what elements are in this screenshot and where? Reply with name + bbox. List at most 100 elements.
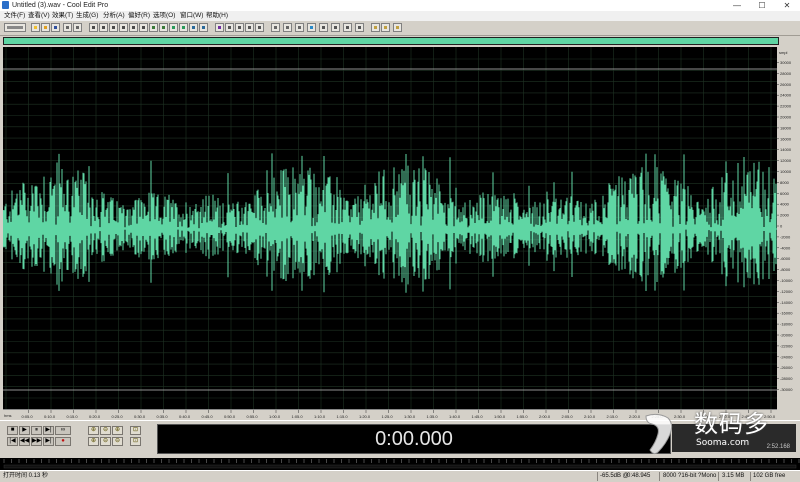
- time-tick-label: 0:10.0: [44, 414, 56, 419]
- analysis-button[interactable]: [199, 23, 208, 32]
- mix-paste-button[interactable]: [129, 23, 138, 32]
- menu-generate[interactable]: 生成(G): [76, 12, 98, 20]
- amplitude-tick-label: -20000: [780, 333, 793, 338]
- zoom-out-vertical-button[interactable]: ⊡: [130, 437, 141, 446]
- envelope-button[interactable]: [189, 23, 198, 32]
- menu-bar: 文件(F) 查看(V) 效果(T) 生成(G) 分析(A) 偏好(R) 选项(O…: [0, 11, 800, 21]
- record-button[interactable]: ●: [55, 437, 71, 446]
- script-button[interactable]: [331, 23, 340, 32]
- go-to-start-icon: |◀: [9, 438, 16, 444]
- amplitude-tick-label: -24000: [780, 354, 793, 359]
- menu-window[interactable]: 窗口(W): [180, 12, 203, 20]
- waveform-overview-bar[interactable]: [3, 37, 779, 45]
- fast-forward-button[interactable]: ▶▶: [31, 437, 42, 446]
- zoom-out-vertical-icon: ⊡: [132, 438, 139, 444]
- noise-reduction-button[interactable]: [179, 23, 188, 32]
- snap-ruler-button[interactable]: [271, 23, 280, 32]
- app-icon: [2, 1, 9, 9]
- menu-favorites[interactable]: 偏好(R): [128, 12, 150, 20]
- rewind-button[interactable]: ◀◀: [19, 437, 30, 446]
- waveform-display[interactable]: [2, 47, 777, 409]
- waveform-trace: [2, 153, 777, 293]
- stop-icon: ■: [10, 427, 15, 433]
- normalize-button[interactable]: [169, 23, 178, 32]
- amplitude-tick-label: 8000: [780, 180, 790, 185]
- snap-cue-button[interactable]: [283, 23, 292, 32]
- time-tick-label: 2:00.0: [539, 414, 551, 419]
- menu-effects[interactable]: 效果(T): [52, 12, 73, 20]
- status-bar: 打开时间 0.13 秒 -65.5dB @ 0:48.945 8000 ?16-…: [0, 470, 800, 482]
- amplitude-tick-label: 22000: [780, 104, 792, 109]
- paste-button[interactable]: [109, 23, 118, 32]
- time-tick-label: 1:50.0: [494, 414, 506, 419]
- device-properties-button[interactable]: [319, 23, 328, 32]
- amplitude-tick-label: -28000: [780, 376, 793, 381]
- save-file-button[interactable]: [51, 23, 60, 32]
- undo-button[interactable]: [89, 23, 98, 32]
- meter-bar: [3, 464, 797, 469]
- zoom-in-vertical-button[interactable]: ⊡: [130, 426, 141, 435]
- spectral-view-button[interactable]: [215, 23, 224, 32]
- loop-button[interactable]: ∞: [55, 426, 71, 435]
- amplitude-ruler: smpl 30000 28000 26000 24000 22000 20000 18000 1…: [777, 47, 800, 409]
- zoom-in-left-button[interactable]: ⊕: [88, 437, 99, 446]
- go-to-start-button[interactable]: |◀: [7, 437, 18, 446]
- amplitude-tick-label: -10000: [780, 278, 793, 283]
- status-separator: [597, 472, 598, 481]
- record-icon: ●: [61, 438, 65, 444]
- cut-button[interactable]: [63, 23, 72, 32]
- play-button[interactable]: ▶: [19, 426, 30, 435]
- paste-new-button[interactable]: [119, 23, 128, 32]
- copy-button[interactable]: [73, 23, 82, 32]
- new-file-button[interactable]: [31, 23, 40, 32]
- info-button[interactable]: [255, 23, 264, 32]
- waveform-view-button[interactable]: [225, 23, 234, 32]
- maximize-button[interactable]: ☐: [750, 0, 774, 11]
- zoom-to-selection-button[interactable]: ⊕: [112, 426, 123, 435]
- menu-analyze[interactable]: 分析(A): [103, 12, 125, 20]
- amplitude-tick-label: 4000: [780, 202, 790, 207]
- play-list-button[interactable]: [245, 23, 254, 32]
- amplify-button[interactable]: [159, 23, 168, 32]
- mixer-button[interactable]: [355, 23, 364, 32]
- amplitude-tick-label: -6000: [780, 256, 791, 261]
- zoom-full-icon: ⊖: [114, 438, 121, 444]
- play-to-end-icon: ▶|: [45, 427, 52, 433]
- cue-list-button[interactable]: [235, 23, 244, 32]
- minimize-button[interactable]: —: [725, 0, 749, 11]
- zoom-in-horizontal-button[interactable]: ⊕: [88, 426, 99, 435]
- trim-button[interactable]: [139, 23, 148, 32]
- time-tick-label: 1:40.0: [449, 414, 461, 419]
- cd-player-button[interactable]: [381, 23, 390, 32]
- menu-file[interactable]: 文件(F): [4, 12, 25, 20]
- pause-button[interactable]: ⏸: [31, 426, 42, 435]
- close-button[interactable]: ✕: [775, 0, 799, 11]
- delete-silence-button[interactable]: [149, 23, 158, 32]
- stop-button[interactable]: ■: [7, 426, 18, 435]
- time-tick-label: 1:00.0: [269, 414, 281, 419]
- zoom-selection-icon: ⊕: [114, 427, 121, 433]
- frequency-analysis-button[interactable]: [393, 23, 402, 32]
- zoom-in-right-button[interactable]: ⊖: [100, 437, 111, 446]
- record-setup-button[interactable]: [371, 23, 380, 32]
- menu-view[interactable]: 查看(V): [28, 12, 50, 20]
- redo-button[interactable]: [99, 23, 108, 32]
- settings-button[interactable]: [307, 23, 316, 32]
- go-to-end-button[interactable]: ▶|: [43, 437, 54, 446]
- status-separator: [659, 472, 660, 481]
- zoom-in-left-icon: ⊕: [90, 438, 97, 444]
- zoom-out-full-button[interactable]: ⊖: [112, 437, 123, 446]
- play-to-end-button[interactable]: ▶|: [43, 426, 54, 435]
- open-file-button[interactable]: [41, 23, 50, 32]
- time-tick-label: 1:45.0: [472, 414, 484, 419]
- time-tick-label: 0:15.0: [67, 414, 79, 419]
- menu-options[interactable]: 选项(O): [153, 12, 175, 20]
- waveform-path: [2, 153, 777, 293]
- batch-button[interactable]: [343, 23, 352, 32]
- zoom-out-horizontal-button[interactable]: ⊖: [100, 426, 111, 435]
- snap-zero-button[interactable]: [295, 23, 304, 32]
- status-file-size: 3.15 MB: [722, 473, 745, 479]
- multitrack-toggle-button[interactable]: [4, 23, 26, 32]
- status-format: 8000 ?16-bit ?Mono: [663, 473, 717, 479]
- menu-help[interactable]: 帮助(H): [206, 12, 228, 20]
